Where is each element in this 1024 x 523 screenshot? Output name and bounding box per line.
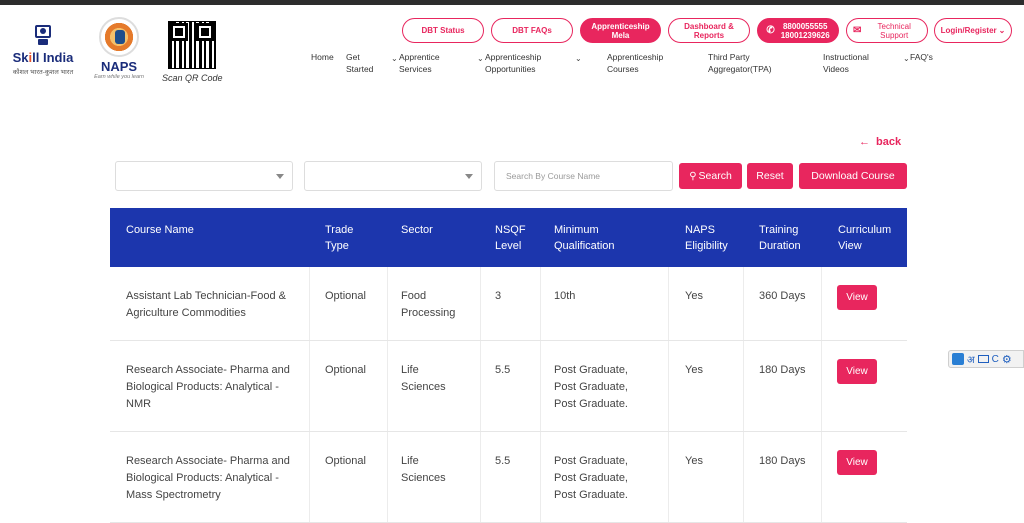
col-naps-eligibility: NAPS Eligibility: [685, 224, 728, 252]
cell-nsqf-level: 5.5: [495, 455, 511, 467]
col-trade-type: Trade Type: [325, 224, 354, 252]
reset-button[interactable]: Reset: [747, 163, 793, 189]
view-curriculum-button[interactable]: View: [837, 450, 877, 475]
col-training-duration: Training Duration: [759, 224, 801, 252]
download-course-button[interactable]: Download Course: [799, 163, 907, 189]
back-link[interactable]: ← back: [859, 136, 901, 148]
cell-trade-type: Optional: [325, 455, 366, 467]
caret-down-icon: [465, 174, 473, 179]
apprenticeship-mela-label: Apprenticeship Mela: [591, 21, 650, 40]
col-nsqf-level: NSQF Level: [495, 224, 526, 252]
chevron-down-icon: ⌄: [477, 54, 484, 63]
download-course-label: Download Course: [811, 170, 895, 182]
site-header: Skill India कौशल भारत-कुशल भारत NAPS Ear…: [0, 5, 1024, 93]
cell-trade-type: Optional: [325, 290, 366, 302]
login-register-label: Login/Register: [940, 26, 997, 35]
col-course-name: Course Name: [126, 224, 194, 236]
keyboard-icon[interactable]: [977, 355, 989, 363]
technical-support-button[interactable]: ✉ Technical Support: [846, 18, 928, 43]
dbt-status-button[interactable]: DBT Status: [402, 18, 484, 43]
cell-course-name: Assistant Lab Technician-Food & Agricult…: [126, 290, 286, 319]
sector-select[interactable]: [115, 161, 293, 191]
cell-duration: 180 Days: [759, 455, 806, 467]
helpline-numbers: 8800055555 18001239626: [780, 21, 830, 40]
nav-apprenticeship-opportunities[interactable]: Apprenticeship Opportunities: [485, 51, 555, 75]
reset-button-label: Reset: [756, 170, 784, 182]
cell-course-name: Research Associate- Pharma and Biologica…: [126, 455, 290, 501]
trade-type-select[interactable]: [304, 161, 482, 191]
cell-course-name: Research Associate- Pharma and Biologica…: [126, 364, 290, 410]
search-icon: ⚲: [689, 170, 697, 182]
dbt-faqs-label: DBT FAQs: [512, 26, 552, 35]
main-navigation: Home Get Started ⌄ Apprentice Services ⌄…: [0, 51, 1024, 85]
dbt-status-label: DBT Status: [421, 26, 465, 35]
dashboard-reports-button[interactable]: Dashboard & Reports: [668, 18, 750, 43]
apprenticeship-mela-button[interactable]: Apprenticeship Mela: [580, 18, 661, 43]
nav-get-started[interactable]: Get Started: [346, 51, 380, 75]
gear-icon[interactable]: ⚙: [1002, 353, 1012, 366]
language-toolbar[interactable]: अ C ⚙: [948, 350, 1024, 368]
mail-icon: ✉: [853, 25, 862, 36]
nav-faqs[interactable]: FAQ's: [910, 51, 933, 63]
table-row: Research Associate- Pharma and Biologica…: [110, 341, 907, 432]
cell-trade-type: Optional: [325, 364, 366, 376]
col-curriculum-view: Curriculum View: [838, 224, 892, 252]
cell-nsqf-level: 3: [495, 290, 502, 302]
arrow-left-icon: ←: [859, 136, 870, 148]
nav-third-party-aggregator[interactable]: Third Party Aggregator(TPA): [708, 51, 780, 75]
cell-qualification: Post Graduate, Post Graduate, Post Graduat…: [554, 455, 628, 501]
login-register-button[interactable]: Login/Register ⌄: [934, 18, 1012, 43]
chevron-down-icon: ⌄: [391, 54, 398, 63]
language-option[interactable]: C: [992, 354, 999, 365]
col-sector: Sector: [401, 224, 433, 236]
cell-naps-eligibility: Yes: [685, 290, 703, 302]
cell-sector: Food Processing: [401, 290, 456, 319]
nav-instructional-videos[interactable]: Instructional Videos: [823, 51, 883, 75]
chevron-down-icon: ⌄: [575, 54, 582, 63]
dbt-faqs-button[interactable]: DBT FAQs: [491, 18, 573, 43]
view-curriculum-button[interactable]: View: [837, 359, 877, 384]
nav-apprenticeship-courses[interactable]: Apprenticeship Courses: [607, 51, 677, 75]
cell-naps-eligibility: Yes: [685, 364, 703, 376]
col-minimum-qualification: Minimum Qualification: [554, 224, 615, 252]
cell-duration: 180 Days: [759, 364, 806, 376]
table-header: Course Name Trade Type Sector NSQF Level…: [110, 208, 907, 267]
cell-duration: 360 Days: [759, 290, 806, 302]
skill-india-emblem-icon: [32, 23, 54, 47]
cell-sector: Life Sciences: [401, 455, 446, 484]
hindi-input-toggle[interactable]: अ: [967, 352, 975, 366]
cell-qualification: Post Graduate, Post Graduate, Post Graduat…: [554, 364, 628, 410]
cell-nsqf-level: 5.5: [495, 364, 511, 376]
chevron-down-icon: ⌄: [998, 26, 1006, 35]
course-search-input[interactable]: [494, 161, 673, 191]
technical-support-label: Technical Support: [877, 21, 911, 40]
chevron-down-icon: ⌄: [903, 54, 910, 63]
phone-icon: ✆: [766, 25, 775, 36]
cell-qualification: 10th: [554, 290, 576, 302]
table-row: Assistant Lab Technician-Food & Agricult…: [110, 267, 907, 341]
translate-icon[interactable]: [952, 353, 964, 365]
search-button[interactable]: ⚲ Search: [679, 163, 742, 189]
view-curriculum-button[interactable]: View: [837, 285, 877, 310]
back-label: back: [876, 136, 902, 148]
nav-apprentice-services[interactable]: Apprentice Services: [399, 51, 459, 75]
cell-sector: Life Sciences: [401, 364, 446, 393]
helpline-button[interactable]: ✆ 8800055555 18001239626: [757, 18, 839, 43]
nav-home[interactable]: Home: [311, 51, 334, 63]
search-button-label: Search: [698, 170, 732, 182]
caret-down-icon: [276, 174, 284, 179]
table-row: Research Associate- Pharma and Biologica…: [110, 432, 907, 523]
dashboard-reports-label: Dashboard & Reports: [684, 21, 734, 40]
cell-naps-eligibility: Yes: [685, 455, 703, 467]
